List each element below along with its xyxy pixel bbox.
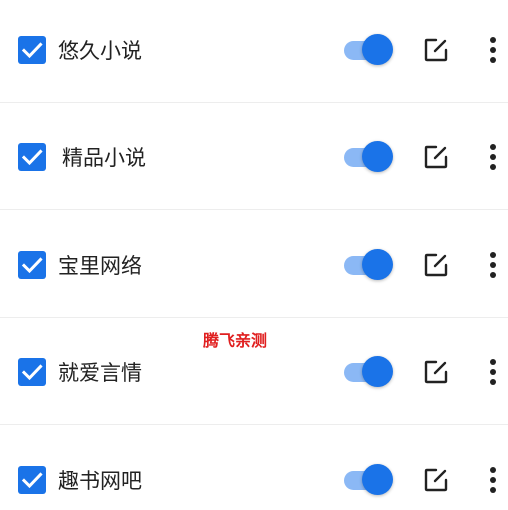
source-name: 悠久小说 [58, 38, 142, 63]
source-name: 精品小说 [62, 145, 146, 170]
switch-thumb [362, 355, 393, 387]
edit-icon[interactable] [423, 467, 449, 493]
source-enable-switch[interactable] [342, 33, 396, 67]
source-enable-switch[interactable] [342, 355, 396, 389]
source-name: 宝里网络 [58, 253, 142, 278]
check-icon [21, 41, 43, 58]
watermark: 腾飞亲测 [203, 331, 268, 350]
more-vertical-icon[interactable] [485, 251, 501, 279]
switch-thumb [362, 33, 393, 65]
source-enable-switch[interactable] [342, 248, 396, 282]
edit-icon[interactable] [423, 37, 449, 63]
more-vertical-icon[interactable] [485, 36, 501, 64]
check-icon [21, 363, 43, 380]
check-icon [21, 471, 43, 488]
check-icon [21, 148, 43, 165]
switch-thumb [362, 463, 393, 495]
switch-thumb [362, 140, 393, 172]
more-vertical-icon[interactable] [485, 466, 501, 494]
source-enable-switch[interactable] [342, 463, 396, 497]
more-vertical-icon[interactable] [485, 143, 501, 171]
source-row: 悠久小说 [0, 0, 508, 103]
source-enable-switch[interactable] [342, 140, 396, 174]
source-checkbox[interactable] [18, 465, 46, 494]
source-list: 悠久小说 精品小说 宝里网络 就爱言情 趣书网吧 腾飞亲测 [0, 0, 508, 510]
source-checkbox[interactable] [18, 35, 46, 64]
check-icon [21, 256, 43, 273]
source-row: 宝里网络 [0, 211, 508, 318]
source-checkbox[interactable] [18, 142, 46, 171]
source-row: 趣书网吧 [0, 426, 508, 510]
edit-icon[interactable] [423, 252, 449, 278]
source-name: 趣书网吧 [58, 468, 142, 493]
source-row: 精品小说 [0, 103, 508, 210]
switch-thumb [362, 248, 393, 280]
source-checkbox[interactable] [18, 357, 46, 386]
source-checkbox[interactable] [18, 250, 46, 279]
source-name: 就爱言情 [58, 360, 142, 385]
more-vertical-icon[interactable] [485, 358, 501, 386]
edit-icon[interactable] [423, 359, 449, 385]
edit-icon[interactable] [423, 144, 449, 170]
